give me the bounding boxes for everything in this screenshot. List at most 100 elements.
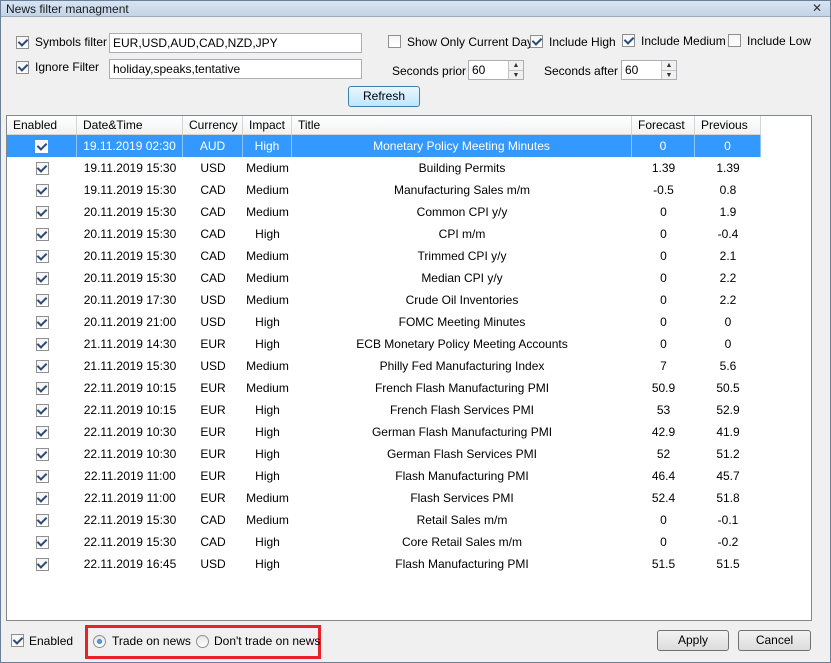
dont-trade-on-news-radio[interactable]: [196, 635, 209, 648]
table-row[interactable]: 22.11.2019 15:30 CAD Medium Retail Sales m/…: [7, 509, 761, 531]
row-currency: USD: [200, 161, 226, 175]
include-medium-checkbox[interactable]: [622, 34, 635, 47]
column-header-previous[interactable]: Previous: [695, 116, 761, 135]
row-enabled-cell: [7, 289, 77, 311]
table-row[interactable]: 21.11.2019 14:30 EUR High ECB Monetary Poli…: [7, 333, 761, 355]
spin-up-icon[interactable]: ▲: [662, 61, 676, 70]
row-previous: 2.1: [719, 249, 737, 263]
table-row[interactable]: 22.11.2019 10:30 EUR High German Flash Serv…: [7, 443, 761, 465]
row-title: CPI m/m: [438, 227, 486, 241]
row-title: German Flash Services PMI: [386, 447, 538, 461]
row-enabled-cell: [7, 553, 77, 575]
row-enabled-checkbox[interactable]: [35, 404, 49, 418]
table-row[interactable]: 22.11.2019 15:30 CAD High Core Retail Sales…: [7, 531, 761, 553]
row-enabled-checkbox[interactable]: [35, 272, 49, 286]
window-title: News filter managment: [6, 2, 129, 16]
row-enabled-checkbox[interactable]: [35, 426, 49, 440]
table-row[interactable]: 21.11.2019 15:30 USD Medium Philly Fed Manu…: [7, 355, 761, 377]
row-currency: CAD: [200, 183, 226, 197]
row-currency: USD: [200, 293, 226, 307]
trade-on-news-radio[interactable]: [93, 635, 106, 648]
table-row[interactable]: 22.11.2019 16:45 USD High Flash Manufacturi…: [7, 553, 761, 575]
table-row[interactable]: 22.11.2019 10:15 EUR High French Flash Serv…: [7, 399, 761, 421]
row-previous: -0.1: [717, 513, 739, 527]
row-impact: Medium: [246, 381, 289, 395]
table-row[interactable]: 20.11.2019 17:30 USD Medium Crude Oil Inven…: [7, 289, 761, 311]
table-row[interactable]: 20.11.2019 15:30 CAD Medium Trimmed CPI y/y…: [7, 245, 761, 267]
table-row[interactable]: 20.11.2019 15:30 CAD Medium Common CPI y/y 0…: [7, 201, 761, 223]
row-forecast: 46.4: [651, 469, 676, 483]
row-enabled-checkbox[interactable]: [35, 360, 49, 374]
refresh-button[interactable]: Refresh: [348, 86, 420, 107]
grid-body: 19.11.2019 02:30 AUD High Monetary Policy M…: [7, 135, 761, 575]
table-row[interactable]: 20.11.2019 15:30 CAD High CPI m/m 0 -0.4: [7, 223, 761, 245]
row-enabled-checkbox[interactable]: [35, 470, 49, 484]
column-header-forecast[interactable]: Forecast: [632, 116, 695, 135]
row-title: Crude Oil Inventories: [405, 293, 519, 307]
apply-button[interactable]: Apply: [657, 630, 729, 651]
close-icon[interactable]: ✕: [808, 2, 826, 16]
ignore-filter-checkbox[interactable]: [16, 61, 29, 74]
news-grid[interactable]: Enabled Date&Time Currency Impact Title …: [6, 115, 812, 621]
row-enabled-cell: [7, 267, 77, 289]
column-header-title[interactable]: Title: [292, 116, 632, 135]
symbols-filter-input[interactable]: EUR,USD,AUD,CAD,NZD,JPY: [109, 33, 362, 53]
enabled-checkbox[interactable]: [11, 634, 24, 647]
show-only-current-day-checkbox[interactable]: [388, 35, 401, 48]
row-forecast: 7: [660, 359, 667, 373]
row-enabled-checkbox[interactable]: [35, 162, 49, 176]
row-currency: EUR: [200, 491, 226, 505]
row-enabled-checkbox[interactable]: [35, 184, 49, 198]
row-enabled-checkbox[interactable]: [35, 206, 49, 220]
seconds-after-stepper[interactable]: 60 ▲ ▼: [621, 60, 677, 80]
row-enabled-checkbox[interactable]: [35, 558, 49, 572]
row-currency: EUR: [200, 403, 226, 417]
table-row[interactable]: 22.11.2019 11:00 EUR High Flash Manufacturi…: [7, 465, 761, 487]
row-enabled-checkbox[interactable]: [35, 514, 49, 528]
row-enabled-checkbox[interactable]: [35, 382, 49, 396]
column-header-enabled[interactable]: Enabled: [7, 116, 77, 135]
row-previous: 51.8: [716, 491, 740, 505]
row-enabled-cell: [7, 487, 77, 509]
row-currency: CAD: [200, 249, 226, 263]
row-currency: USD: [200, 359, 226, 373]
spin-down-icon[interactable]: ▼: [662, 70, 676, 79]
row-previous: 2.2: [719, 271, 737, 285]
row-title: Retail Sales m/m: [416, 513, 508, 527]
row-currency: CAD: [200, 513, 226, 527]
row-enabled-checkbox[interactable]: [35, 250, 49, 264]
column-header-currency[interactable]: Currency: [183, 116, 243, 135]
row-enabled-checkbox[interactable]: [35, 316, 49, 330]
row-enabled-checkbox[interactable]: [35, 448, 49, 462]
table-row[interactable]: 22.11.2019 10:30 EUR High German Flash Manu…: [7, 421, 761, 443]
row-datetime: 22.11.2019 10:30: [83, 447, 177, 461]
spin-up-icon[interactable]: ▲: [509, 61, 523, 70]
row-title: Flash Manufacturing PMI: [395, 557, 529, 571]
row-enabled-checkbox[interactable]: [35, 536, 49, 550]
trade-on-news-label: Trade on news: [112, 634, 191, 648]
row-forecast: 0: [660, 315, 667, 329]
table-row[interactable]: 19.11.2019 15:30 CAD Medium Manufacturing S…: [7, 179, 761, 201]
column-header-impact[interactable]: Impact: [243, 116, 292, 135]
include-low-checkbox[interactable]: [728, 34, 741, 47]
cancel-button[interactable]: Cancel: [738, 630, 811, 651]
table-row[interactable]: 20.11.2019 21:00 USD High FOMC Meeting Minu…: [7, 311, 761, 333]
row-enabled-checkbox[interactable]: [35, 140, 48, 154]
spin-down-icon[interactable]: ▼: [509, 70, 523, 79]
column-header-datetime[interactable]: Date&Time: [77, 116, 183, 135]
seconds-prior-stepper[interactable]: 60 ▲ ▼: [468, 60, 524, 80]
ignore-filter-input[interactable]: holiday,speaks,tentative: [109, 59, 362, 79]
table-row[interactable]: 22.11.2019 11:00 EUR Medium Flash Services …: [7, 487, 761, 509]
row-enabled-checkbox[interactable]: [35, 492, 49, 506]
row-enabled-checkbox[interactable]: [35, 338, 49, 352]
row-impact: High: [255, 447, 280, 461]
grid-header: Enabled Date&Time Currency Impact Title …: [7, 116, 761, 135]
table-row[interactable]: 19.11.2019 15:30 USD Medium Building Permit…: [7, 157, 761, 179]
symbols-filter-checkbox[interactable]: [16, 36, 29, 49]
include-high-checkbox[interactable]: [530, 35, 543, 48]
table-row[interactable]: 22.11.2019 10:15 EUR Medium French Flash Ma…: [7, 377, 761, 399]
table-row[interactable]: 20.11.2019 15:30 CAD Medium Median CPI y/y 0…: [7, 267, 761, 289]
table-row[interactable]: 19.11.2019 02:30 AUD High Monetary Policy M…: [7, 135, 761, 157]
row-enabled-checkbox[interactable]: [35, 228, 49, 242]
row-enabled-checkbox[interactable]: [35, 294, 49, 308]
